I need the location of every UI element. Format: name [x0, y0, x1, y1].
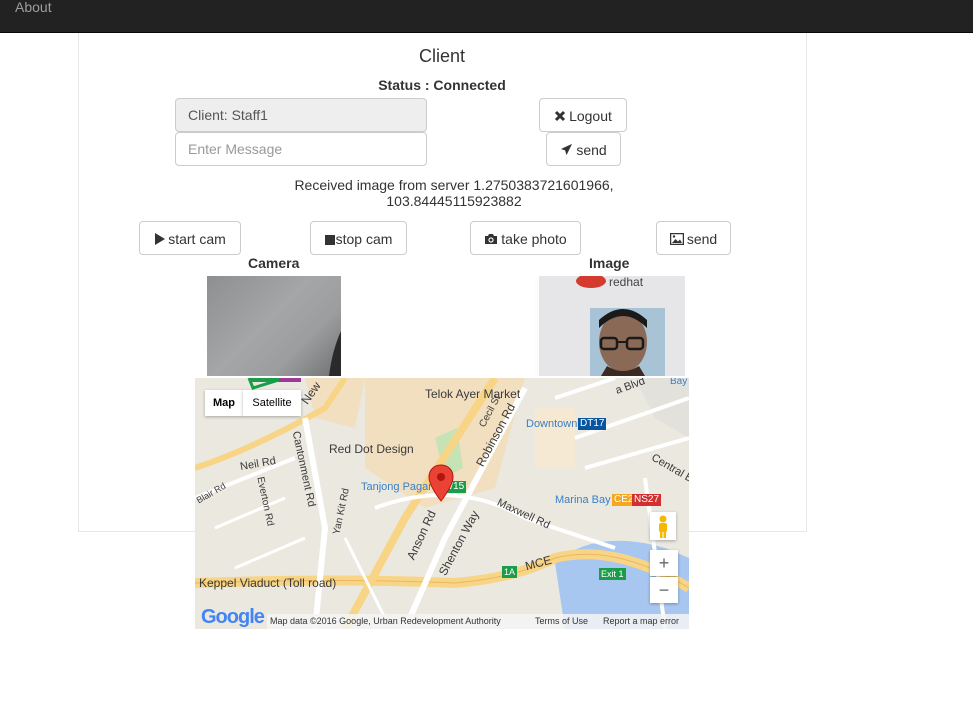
logout-button[interactable]: Logout	[539, 98, 627, 132]
camera-heading: Camera	[248, 255, 300, 271]
google-map[interactable]: Map Satellite Telok Ayer Market Red Dot …	[195, 378, 689, 629]
send-message-button[interactable]: send	[546, 132, 621, 166]
map-label-downtown: Downtown	[526, 418, 578, 430]
map-footer: Google Map data ©2016 Google, Urban Rede…	[195, 604, 689, 629]
client-name-field: Client: Staff1	[175, 98, 427, 132]
send-image-label: send	[686, 231, 718, 247]
street-view-pegman-icon[interactable]	[650, 512, 676, 540]
send-image-button[interactable]: send	[656, 221, 731, 255]
top-navbar: About	[0, 0, 973, 33]
camera-feed	[207, 276, 341, 376]
svg-text:redhat: redhat	[609, 276, 644, 289]
received-line-2: 103.84445115923882	[386, 193, 522, 209]
photo-graphic: redhat	[535, 276, 685, 376]
map-label-red-dot-design: Red Dot Design	[329, 442, 414, 456]
stop-cam-label: stop cam	[335, 231, 393, 247]
picture-icon	[669, 224, 685, 256]
map-badge-dt17: DT17	[578, 418, 607, 430]
start-cam-label: start cam	[168, 231, 226, 247]
take-photo-button[interactable]: take photo	[470, 221, 581, 255]
google-logo: Google	[201, 606, 265, 628]
connection-status: Status : Connected	[378, 77, 506, 93]
location-pin-icon[interactable]	[428, 464, 454, 502]
page-title: Client	[418, 46, 466, 66]
play-icon	[154, 224, 166, 256]
map-badge-ns27: NS27	[632, 494, 662, 506]
map-type-map-button[interactable]: Map	[205, 390, 243, 416]
image-heading: Image	[589, 255, 630, 271]
camera-feed-graphic	[329, 331, 341, 376]
logout-label: Logout	[569, 108, 612, 124]
paper-plane-icon	[560, 135, 573, 167]
stop-cam-button[interactable]: stop cam	[310, 221, 407, 255]
map-label-bay: Bay	[670, 378, 688, 387]
received-message: Received image from server 1.27503837216…	[254, 177, 654, 209]
map-report-error-link[interactable]: Report a map error	[603, 616, 679, 626]
map-terms-link[interactable]: Terms of Use	[535, 616, 588, 626]
send-message-label: send	[576, 142, 607, 158]
close-icon	[554, 101, 566, 133]
start-cam-button[interactable]: start cam	[139, 221, 241, 255]
nav-about-link[interactable]: About	[15, 0, 52, 15]
zoom-out-button[interactable]: −	[650, 577, 678, 603]
map-badge-1a: 1A	[502, 566, 518, 578]
received-photo: redhat	[535, 276, 685, 376]
camera-icon	[484, 224, 498, 256]
map-type-satellite-button[interactable]: Satellite	[243, 390, 301, 416]
map-label-marina-bay: Marina Bay	[555, 494, 611, 506]
take-photo-label: take photo	[501, 231, 567, 247]
received-line-1: Received image from server 1.27503837216…	[294, 177, 614, 193]
message-input[interactable]	[175, 132, 427, 166]
map-label-tanjong-pagar: Tanjong Pagar	[361, 481, 432, 493]
stop-icon	[324, 224, 335, 256]
pegman-graphic	[659, 515, 667, 538]
map-badge-exit-1: Exit 1	[599, 568, 626, 580]
map-label-keppel-viaduct: Keppel Viaduct (Toll road)	[199, 576, 337, 590]
map-data-attribution: Map data ©2016 Google, Urban Redevelopme…	[270, 616, 501, 626]
map-label-telok-ayer-market: Telok Ayer Market	[425, 387, 521, 401]
zoom-in-button[interactable]: +	[650, 550, 678, 576]
